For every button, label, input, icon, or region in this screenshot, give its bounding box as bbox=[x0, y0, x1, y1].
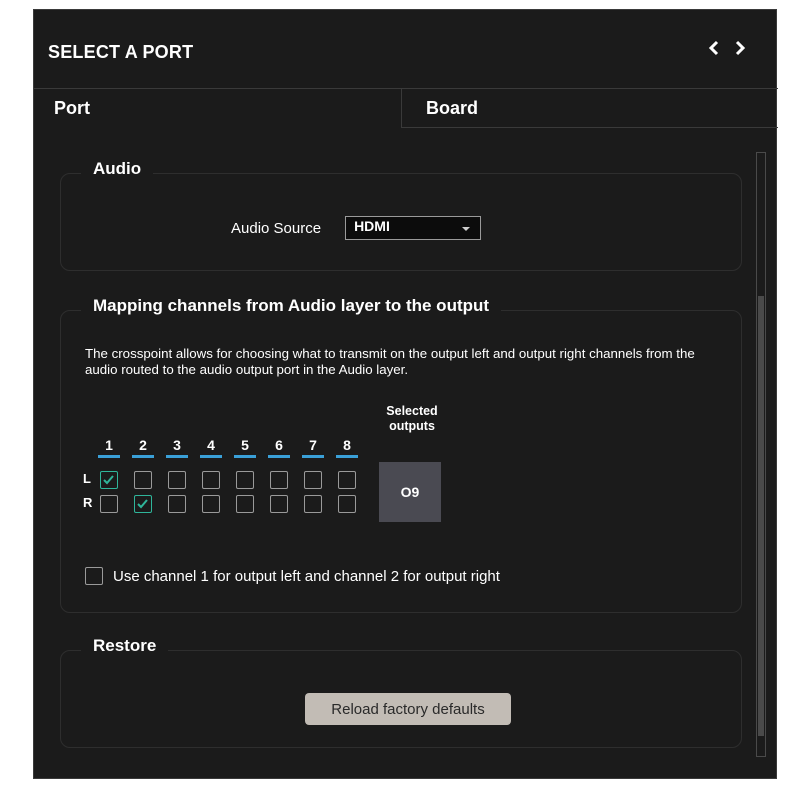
audio-legend: Audio bbox=[81, 159, 154, 179]
column-label: 2 bbox=[139, 437, 147, 453]
column-bar bbox=[302, 455, 324, 458]
scrollbar[interactable] bbox=[756, 152, 766, 757]
crosspoint-checkbox-L-1[interactable] bbox=[100, 471, 118, 489]
crosspoint-checkbox-L-8[interactable] bbox=[338, 471, 356, 489]
column-bar bbox=[98, 455, 120, 458]
scrollbar-thumb[interactable] bbox=[758, 296, 764, 736]
use-channel-row: Use channel 1 for output left and channe… bbox=[85, 567, 500, 585]
selected-output-box[interactable]: O9 bbox=[379, 462, 441, 522]
crosspoint-checkbox-L-4[interactable] bbox=[202, 471, 220, 489]
crosspoint-checkbox-R-5[interactable] bbox=[236, 495, 254, 513]
mapping-group: Mapping channels from Audio layer to the… bbox=[60, 296, 742, 613]
checkmark-icon bbox=[137, 499, 148, 509]
crosspoint-checkbox-R-8[interactable] bbox=[338, 495, 356, 513]
column-bar bbox=[132, 455, 154, 458]
column-bar bbox=[166, 455, 188, 458]
caret-down-icon bbox=[462, 227, 471, 231]
column-label: 8 bbox=[343, 437, 351, 453]
tab-board[interactable]: Board bbox=[402, 88, 778, 128]
column-header: 7 bbox=[302, 437, 324, 458]
column-header: 8 bbox=[336, 437, 358, 458]
restore-legend: Restore bbox=[81, 636, 169, 656]
crosspoint-checkbox-L-7[interactable] bbox=[304, 471, 322, 489]
column-label: 3 bbox=[173, 437, 181, 453]
crosspoint-checkbox-L-5[interactable] bbox=[236, 471, 254, 489]
column-bar bbox=[268, 455, 290, 458]
crosspoint-checkbox-L-2[interactable] bbox=[134, 471, 152, 489]
chevron-right-icon bbox=[735, 40, 746, 56]
column-bar bbox=[200, 455, 222, 458]
selected-outputs-label-line2: outputs bbox=[389, 419, 435, 433]
audio-source-value: HDMI bbox=[354, 218, 390, 234]
selected-outputs-label: Selected outputs bbox=[377, 404, 447, 434]
column-label: 6 bbox=[275, 437, 283, 453]
column-bar bbox=[336, 455, 358, 458]
column-header: 4 bbox=[200, 437, 222, 458]
column-label: 1 bbox=[105, 437, 113, 453]
audio-source-row: Audio Source HDMI bbox=[231, 216, 482, 240]
mapping-description: The crosspoint allows for choosing what … bbox=[85, 346, 695, 377]
reload-factory-defaults-button[interactable]: Reload factory defaults bbox=[305, 693, 511, 725]
row-label-left: L bbox=[83, 471, 91, 486]
port-navigation bbox=[704, 36, 750, 60]
crosspoint-checkbox-R-6[interactable] bbox=[270, 495, 288, 513]
column-label: 7 bbox=[309, 437, 317, 453]
crosspoint-checkbox-R-3[interactable] bbox=[168, 495, 186, 513]
row-label-right: R bbox=[83, 495, 93, 510]
column-header: 5 bbox=[234, 437, 256, 458]
selected-outputs-label-line1: Selected bbox=[386, 404, 438, 418]
column-header: 6 bbox=[268, 437, 290, 458]
use-channel-label: Use channel 1 for output left and channe… bbox=[113, 567, 500, 585]
audio-group: Audio Audio Source HDMI bbox=[60, 159, 742, 271]
port-content: Audio Audio Source HDMI Mapping channels… bbox=[34, 128, 778, 776]
crosspoint-checkbox-R-2[interactable] bbox=[134, 495, 152, 513]
panel-title: SELECT A PORT bbox=[48, 42, 194, 62]
crosspoint-checkbox-R-4[interactable] bbox=[202, 495, 220, 513]
chevron-left-icon bbox=[708, 40, 719, 56]
column-label: 4 bbox=[207, 437, 215, 453]
audio-source-select[interactable]: HDMI bbox=[345, 216, 482, 240]
column-label: 5 bbox=[241, 437, 249, 453]
restore-group: Restore Reload factory defaults bbox=[60, 636, 742, 748]
column-bar bbox=[234, 455, 256, 458]
column-header: 3 bbox=[166, 437, 188, 458]
column-header: 1 bbox=[98, 437, 120, 458]
tab-bar: Port Board bbox=[34, 88, 778, 128]
crosspoint-checkbox-L-6[interactable] bbox=[270, 471, 288, 489]
tab-port[interactable]: Port bbox=[34, 88, 402, 128]
crosspoint-checkbox-R-7[interactable] bbox=[304, 495, 322, 513]
mapping-legend: Mapping channels from Audio layer to the… bbox=[81, 296, 502, 316]
next-port-button[interactable] bbox=[730, 36, 750, 60]
use-channel-checkbox[interactable] bbox=[85, 567, 103, 585]
select-port-panel: SELECT A PORT Port Board Audio Audio Sou… bbox=[33, 9, 778, 779]
selected-output-value: O9 bbox=[400, 484, 420, 500]
audio-source-label: Audio Source bbox=[231, 219, 322, 237]
column-header: 2 bbox=[132, 437, 154, 458]
checkmark-icon bbox=[103, 475, 114, 485]
crosspoint-checkbox-R-1[interactable] bbox=[100, 495, 118, 513]
previous-port-button[interactable] bbox=[704, 36, 724, 60]
crosspoint-checkbox-L-3[interactable] bbox=[168, 471, 186, 489]
